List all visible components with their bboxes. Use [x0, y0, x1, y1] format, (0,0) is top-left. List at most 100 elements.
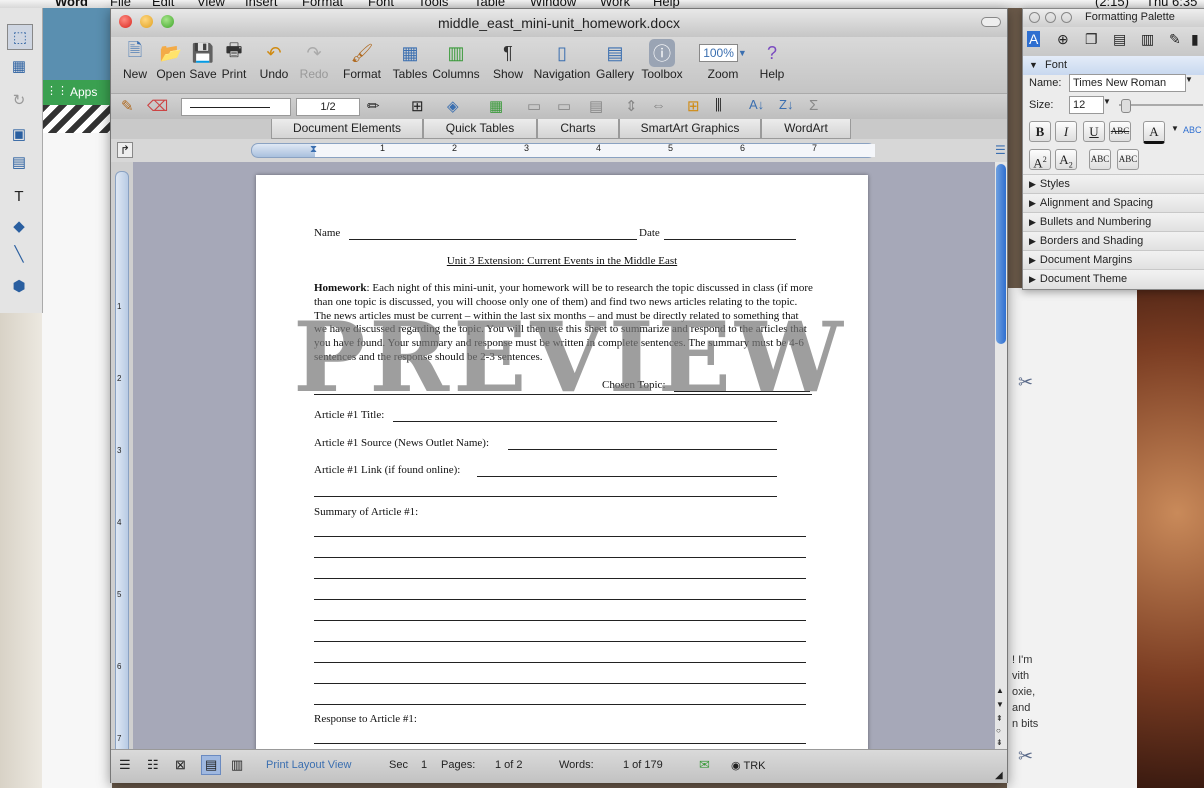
- spelling-check-icon[interactable]: ✉: [699, 757, 710, 773]
- reference-icon[interactable]: ▥: [1141, 31, 1154, 48]
- italic-button[interactable]: I: [1055, 121, 1077, 142]
- all-caps-button[interactable]: ABC: [1117, 149, 1139, 170]
- line-weight-select[interactable]: 1/2: [296, 98, 360, 116]
- sort-ascending-icon[interactable]: A↓: [749, 97, 764, 112]
- columns-button[interactable]: ▥ Columns: [431, 39, 481, 82]
- menu-edit[interactable]: Edit: [152, 0, 174, 8]
- previous-page-icon[interactable]: ⇞: [996, 714, 1003, 723]
- print-layout-view-icon[interactable]: ▤: [201, 755, 222, 775]
- font-section-header[interactable]: ▼ Font: [1023, 55, 1204, 75]
- publishing-view-icon[interactable]: ⊠: [175, 757, 186, 773]
- tab-smartart-graphics[interactable]: SmartArt Graphics: [619, 119, 761, 139]
- highlight-icon[interactable]: ABC: [1183, 125, 1202, 135]
- font-color-button[interactable]: A: [1143, 121, 1165, 144]
- line-style-select[interactable]: [181, 98, 291, 116]
- toolbox-button[interactable]: ⓘ Toolbox: [638, 39, 686, 81]
- 3d-shape-icon[interactable]: ⬢: [7, 274, 31, 298]
- apps-link[interactable]: Apps: [70, 85, 97, 99]
- chevron-down-icon[interactable]: ▼: [1171, 124, 1179, 133]
- menu-font[interactable]: Font: [368, 0, 394, 8]
- new-button[interactable]: 🗎 New: [117, 39, 153, 81]
- tools-icon[interactable]: ✎: [1169, 31, 1181, 48]
- scroll-up-icon[interactable]: ▲: [996, 686, 1004, 695]
- select-arrow-icon[interactable]: ⬚: [7, 24, 33, 50]
- resize-grip-icon[interactable]: ◢: [995, 770, 1003, 781]
- borders-icon[interactable]: ⊞: [411, 97, 424, 115]
- border-color-icon[interactable]: ✏: [367, 97, 380, 115]
- font-name-input[interactable]: Times New Roman: [1069, 74, 1186, 92]
- font-size-slider-thumb[interactable]: [1121, 99, 1131, 113]
- shading-icon[interactable]: ◈: [447, 97, 459, 115]
- clip-art-icon[interactable]: ▤: [7, 150, 31, 174]
- rotate-icon[interactable]: ↻: [7, 88, 31, 112]
- split-cells-icon[interactable]: ▭: [557, 97, 571, 115]
- outline-view-icon[interactable]: ☷: [147, 757, 159, 773]
- help-button[interactable]: ? Help: [755, 39, 789, 82]
- undo-button[interactable]: ↶ Undo: [257, 39, 291, 82]
- compatibility-icon[interactable]: ▮: [1191, 31, 1199, 48]
- split-view-icon[interactable]: ☰: [995, 143, 1006, 157]
- bold-button[interactable]: B: [1029, 121, 1051, 142]
- vertical-ruler[interactable]: 1 2 3 4 5 6 7: [115, 171, 129, 758]
- menu-insert[interactable]: Insert: [245, 0, 278, 8]
- indent-marker[interactable]: ⧗: [310, 144, 317, 155]
- font-size-slider[interactable]: [1119, 104, 1203, 106]
- battery-status[interactable]: (2:15): [1095, 0, 1129, 8]
- distribute-rows-icon[interactable]: ⇕: [625, 97, 638, 115]
- scroll-down-icon[interactable]: ▼: [996, 700, 1004, 709]
- borders-shading-section-header[interactable]: ▶ Borders and Shading: [1023, 231, 1204, 251]
- sum-icon[interactable]: Σ: [809, 97, 818, 114]
- distribute-columns-icon[interactable]: ⇔: [651, 97, 666, 114]
- insert-table-icon[interactable]: ▦: [489, 97, 503, 115]
- picture-icon[interactable]: ▣: [7, 122, 31, 146]
- navigation-button[interactable]: ▯ Navigation: [531, 39, 593, 82]
- eraser-icon[interactable]: ⌫: [147, 97, 168, 115]
- chevron-down-icon[interactable]: ▼: [1185, 75, 1193, 84]
- document-margins-section-header[interactable]: ▶ Document Margins: [1023, 250, 1204, 270]
- next-page-icon[interactable]: ⇟: [996, 738, 1003, 747]
- merge-cells-icon[interactable]: ▭: [527, 97, 541, 115]
- vertical-scrollbar[interactable]: ▲ ▼ ⇞ ○ ⇟: [995, 162, 1007, 749]
- menu-format[interactable]: Format: [302, 0, 343, 8]
- sort-descending-icon[interactable]: Z↓: [779, 97, 793, 112]
- tab-quick-tables[interactable]: Quick Tables: [423, 119, 537, 139]
- superscript-button[interactable]: A2: [1029, 149, 1051, 170]
- browse-object-icon[interactable]: ○: [996, 726, 1001, 735]
- draft-view-icon[interactable]: ☰: [119, 757, 131, 773]
- tables-button[interactable]: ▦ Tables: [391, 39, 429, 82]
- scroll-thumb[interactable]: [996, 164, 1006, 344]
- text-direction-icon[interactable]: ⫼: [715, 97, 722, 114]
- horizontal-ruler[interactable]: 1 2 3 4 5 6 7 ⧗: [251, 143, 875, 158]
- notebook-view-icon[interactable]: ▥: [231, 757, 243, 773]
- scissors-icon[interactable]: ✂: [1018, 746, 1033, 767]
- line-icon[interactable]: ╲: [7, 242, 31, 266]
- menu-tools[interactable]: Tools: [418, 0, 448, 8]
- bullets-numbering-section-header[interactable]: ▶ Bullets and Numbering: [1023, 212, 1204, 232]
- scissors-icon[interactable]: ✂: [1018, 372, 1033, 393]
- menu-window[interactable]: Window: [530, 0, 576, 8]
- palette-minimize-button[interactable]: [1045, 12, 1056, 23]
- toolbar-toggle-button[interactable]: [981, 17, 1001, 27]
- print-button[interactable]: 🖶 Print: [219, 39, 249, 81]
- zoom-select[interactable]: 100%: [699, 44, 738, 62]
- tab-document-elements[interactable]: Document Elements: [271, 119, 423, 139]
- chevron-down-icon[interactable]: ▼: [1103, 97, 1111, 106]
- align-cells-icon[interactable]: ▤: [589, 97, 603, 115]
- text-box-icon[interactable]: T: [7, 184, 31, 208]
- tab-stop-selector[interactable]: ↱: [117, 142, 133, 158]
- menu-work[interactable]: Work: [600, 0, 630, 8]
- small-caps-button[interactable]: ABC: [1089, 149, 1111, 170]
- document-theme-section-header[interactable]: ▶ Document Theme: [1023, 269, 1204, 289]
- save-button[interactable]: 💾 Save: [187, 39, 219, 82]
- menu-file[interactable]: File: [110, 0, 131, 8]
- palette-close-button[interactable]: [1029, 12, 1040, 23]
- gallery-button[interactable]: ▤ Gallery: [595, 39, 635, 82]
- palette-zoom-button[interactable]: [1061, 12, 1072, 23]
- show-button[interactable]: ¶ Show: [491, 39, 525, 82]
- object-palette-icon[interactable]: ⊕: [1057, 31, 1069, 48]
- redo-button[interactable]: ↷ Redo: [297, 39, 331, 82]
- copy-icon[interactable]: ❐: [1085, 31, 1098, 48]
- document-page[interactable]: Name Date Unit 3 Extension: Current Even…: [256, 175, 868, 749]
- menu-help[interactable]: Help: [653, 0, 680, 8]
- underline-button[interactable]: U: [1083, 121, 1105, 142]
